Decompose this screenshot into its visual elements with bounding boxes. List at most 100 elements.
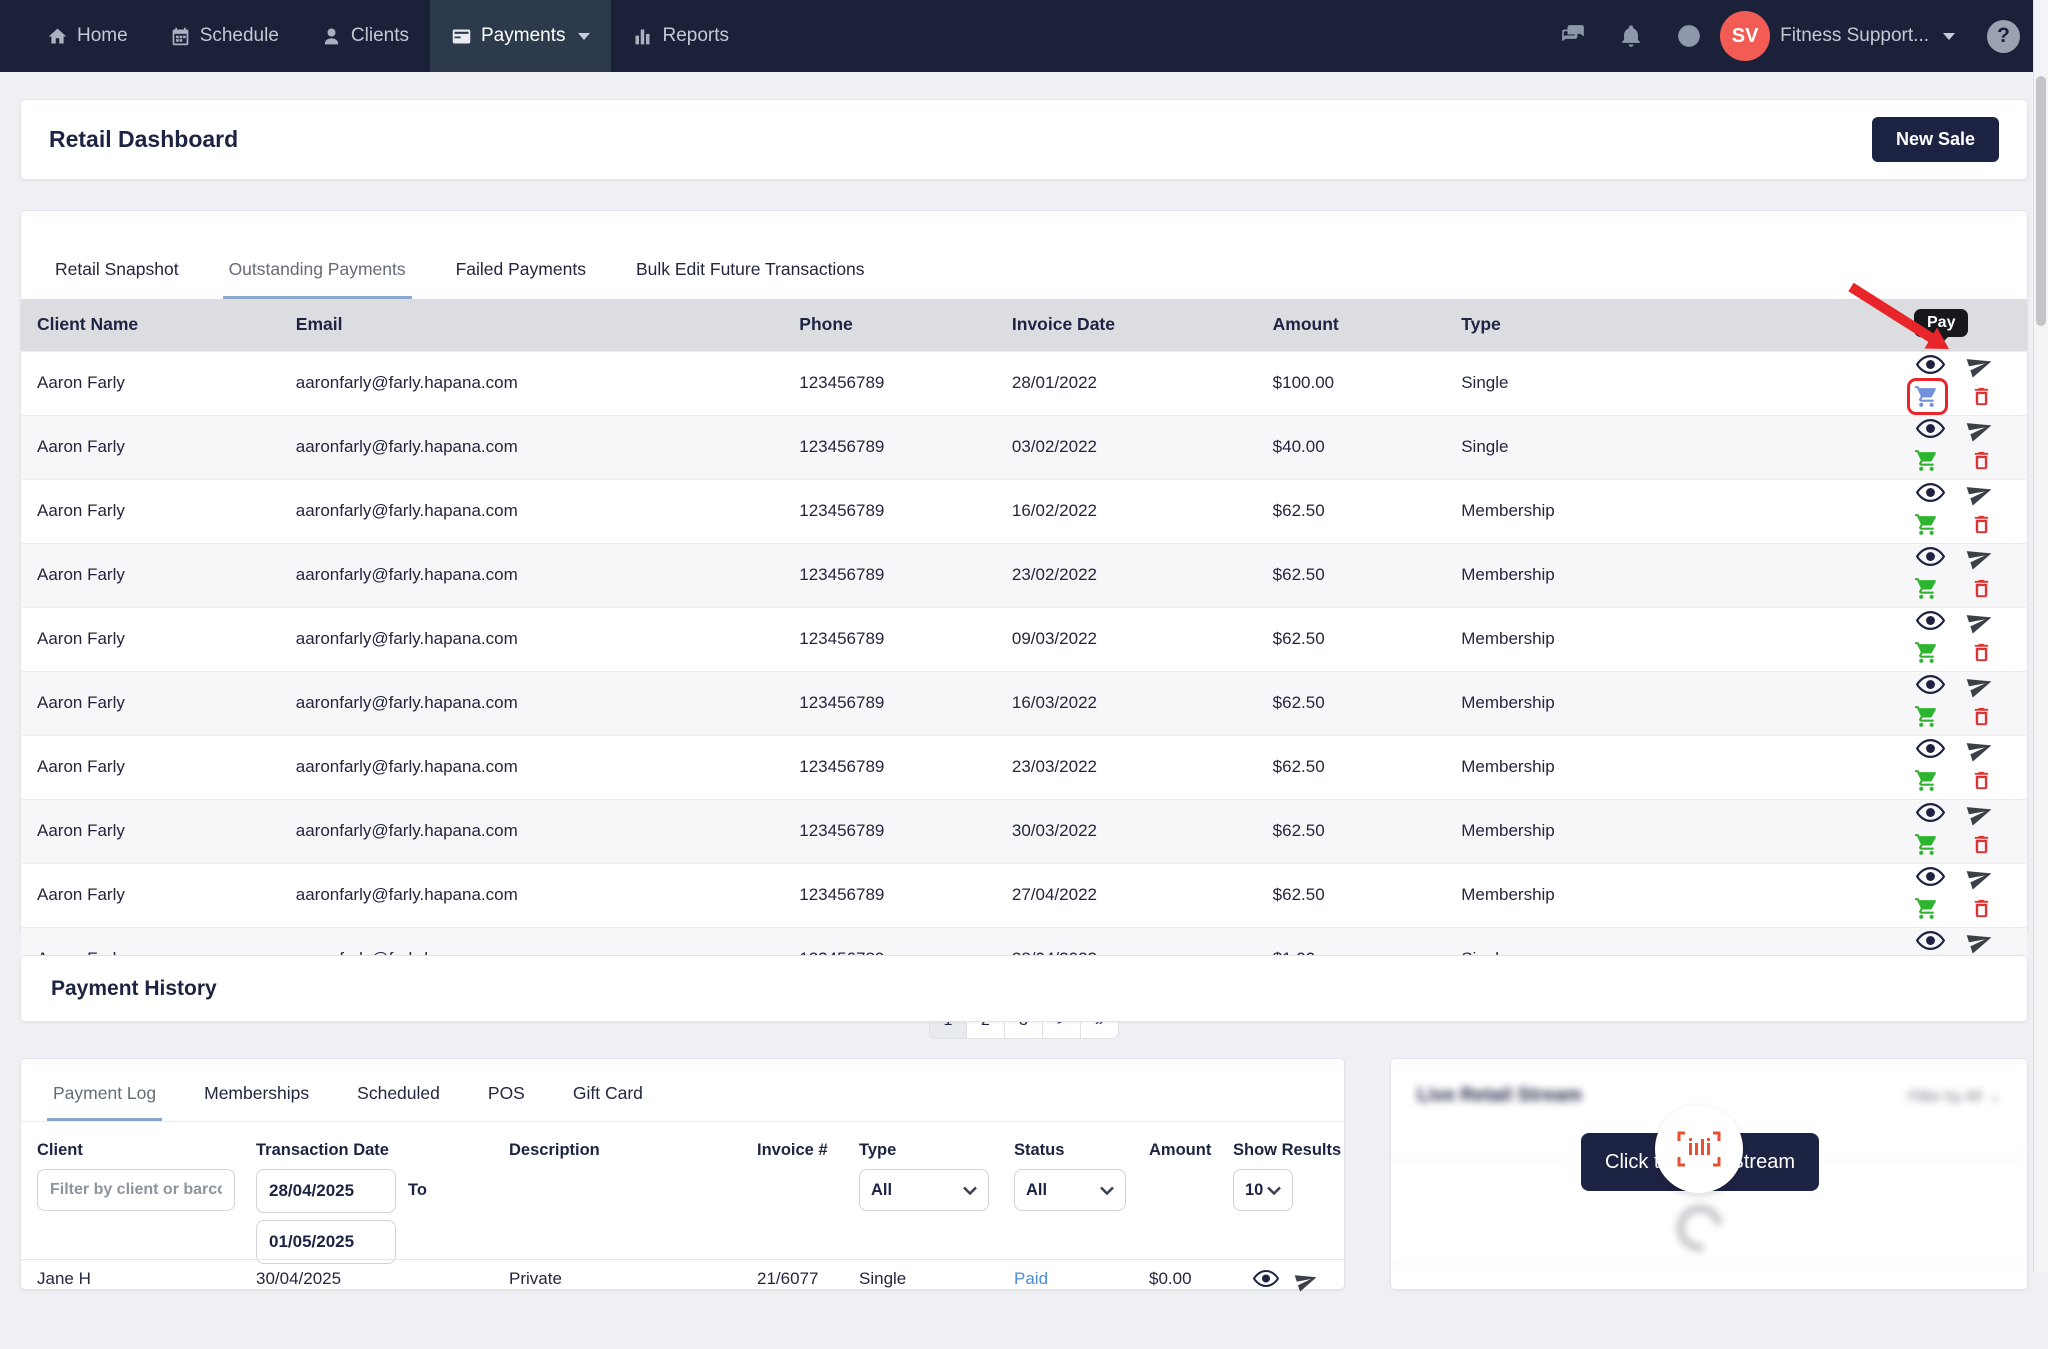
tab-outstanding-payments[interactable]: Outstanding Payments <box>223 235 412 299</box>
cell-email: aaronfarly@farly.hapana.com <box>280 735 784 799</box>
account-menu[interactable]: SV Fitness Support... <box>1720 11 1955 61</box>
send-invoice-icon[interactable] <box>1967 416 1993 442</box>
send-invoice-icon[interactable] <box>1967 736 1993 762</box>
view-icon[interactable] <box>1916 674 1945 695</box>
delete-icon[interactable] <box>1970 448 1993 473</box>
payment-history-card: Payment History <box>20 955 2028 1022</box>
cell-phone: 123456789 <box>783 735 996 799</box>
delete-icon[interactable] <box>1970 512 1993 537</box>
log-status[interactable]: Paid <box>1014 1269 1048 1289</box>
new-sale-button[interactable]: New Sale <box>1872 117 1999 162</box>
show-results-select[interactable]: 10 <box>1233 1169 1293 1211</box>
send-invoice-icon[interactable] <box>1967 672 1993 698</box>
nav-clients[interactable]: Clients <box>300 0 430 72</box>
cell-amount: $100.00 <box>1257 351 1446 415</box>
view-icon[interactable] <box>1916 866 1945 887</box>
pay-cart-icon[interactable] <box>1907 570 1948 607</box>
nav-payments[interactable]: Payments <box>430 0 611 72</box>
chevron-down-icon <box>1100 1186 1114 1195</box>
date-to-input[interactable] <box>256 1220 396 1264</box>
delete-icon[interactable] <box>1970 640 1993 665</box>
pay-cart-icon[interactable] <box>1907 890 1948 927</box>
cell-amount: $62.50 <box>1257 799 1446 863</box>
cell-type: Membership <box>1445 543 1842 607</box>
help-icon[interactable]: ? <box>1987 20 2020 53</box>
cell-email: aaronfarly@farly.hapana.com <box>280 351 784 415</box>
barcode-scan-button[interactable] <box>1655 1105 1743 1193</box>
page-title: Retail Dashboard <box>49 126 238 153</box>
pay-cart-icon[interactable] <box>1907 442 1948 479</box>
tab-pos[interactable]: POS <box>482 1059 531 1121</box>
view-icon[interactable] <box>1916 738 1945 759</box>
tab-retail-snapshot[interactable]: Retail Snapshot <box>49 235 185 299</box>
nav-reports[interactable]: Reports <box>611 0 750 72</box>
cell-invoice-date: 23/02/2022 <box>996 543 1257 607</box>
tab-bulk-edit[interactable]: Bulk Edit Future Transactions <box>630 235 871 299</box>
delete-icon[interactable] <box>1970 576 1993 601</box>
scrollbar-thumb[interactable] <box>2036 76 2046 326</box>
view-icon[interactable] <box>1253 1269 1279 1288</box>
cell-invoice-date: 03/02/2022 <box>996 415 1257 479</box>
bell-icon[interactable] <box>1618 23 1644 49</box>
live-retail-stream-panel: Live Retail Stream Filter by All ⌄ Click… <box>1390 1058 2028 1290</box>
send-invoice-icon[interactable] <box>1967 800 1993 826</box>
pay-cart-icon[interactable] <box>1907 698 1948 735</box>
stream-filter[interactable]: Filter by All ⌄ <box>1908 1087 2001 1105</box>
view-icon[interactable] <box>1916 482 1945 503</box>
view-icon[interactable] <box>1916 418 1945 439</box>
cell-actions <box>1842 543 2027 607</box>
delete-icon[interactable] <box>1970 896 1993 921</box>
status-label: Status <box>1014 1141 1126 1160</box>
nav-home[interactable]: Home <box>26 0 149 72</box>
view-icon[interactable] <box>1916 610 1945 631</box>
cell-invoice-date: 09/03/2022 <box>996 607 1257 671</box>
payment-log-card: Payment Log Memberships Scheduled POS Gi… <box>20 1058 1345 1290</box>
view-icon[interactable] <box>1916 802 1945 823</box>
chat-icon[interactable] <box>1560 23 1586 49</box>
delete-icon[interactable] <box>1970 704 1993 729</box>
cell-email: aaronfarly@farly.hapana.com <box>280 799 784 863</box>
cell-phone: 123456789 <box>783 351 996 415</box>
scrollbar[interactable] <box>2033 0 2048 1273</box>
chevron-down-icon <box>578 33 590 40</box>
nav-schedule[interactable]: Schedule <box>149 0 300 72</box>
log-description: Private <box>509 1269 562 1289</box>
cell-client-name: Aaron Farly <box>21 607 280 671</box>
pay-cart-icon[interactable] <box>1907 506 1948 543</box>
pay-cart-icon[interactable] <box>1907 634 1948 671</box>
delete-icon[interactable] <box>1970 832 1993 857</box>
pay-cart-icon[interactable] <box>1907 762 1948 799</box>
type-select[interactable]: All <box>859 1169 989 1211</box>
view-icon[interactable] <box>1916 546 1945 567</box>
client-filter-input[interactable] <box>37 1169 235 1211</box>
cell-client-name: Aaron Farly <box>21 479 280 543</box>
view-icon[interactable] <box>1916 930 1945 951</box>
send-invoice-icon[interactable] <box>1967 864 1993 890</box>
tab-failed-payments[interactable]: Failed Payments <box>450 235 592 299</box>
pay-cart-icon[interactable] <box>1907 378 1948 415</box>
status-select[interactable]: All <box>1014 1169 1126 1211</box>
send-invoice-icon[interactable] <box>1967 608 1993 634</box>
date-from-input[interactable] <box>256 1169 396 1213</box>
description-label: Description <box>509 1141 600 1160</box>
send-invoice-icon[interactable] <box>1292 1266 1321 1295</box>
filter-client: Client <box>37 1141 235 1211</box>
send-invoice-icon[interactable] <box>1967 480 1993 506</box>
send-invoice-icon[interactable] <box>1967 544 1993 570</box>
pay-cart-icon[interactable] <box>1907 826 1948 863</box>
tab-gift-card[interactable]: Gift Card <box>567 1059 649 1121</box>
send-invoice-icon[interactable] <box>1967 352 1993 378</box>
tab-memberships[interactable]: Memberships <box>198 1059 315 1121</box>
tab-scheduled[interactable]: Scheduled <box>351 1059 446 1121</box>
tab-payment-log[interactable]: Payment Log <box>47 1059 162 1121</box>
col-client-name: Client Name <box>21 299 280 351</box>
delete-icon[interactable] <box>1970 768 1993 793</box>
send-invoice-icon[interactable] <box>1967 928 1993 954</box>
filter-description: Description <box>509 1141 600 1169</box>
cell-phone: 123456789 <box>783 863 996 927</box>
bar-chart-icon <box>632 26 653 47</box>
delete-icon[interactable] <box>1970 384 1993 409</box>
clock-icon[interactable] <box>1676 23 1702 49</box>
filter-amount: Amount <box>1149 1141 1211 1169</box>
chevron-down-icon <box>1267 1186 1281 1195</box>
